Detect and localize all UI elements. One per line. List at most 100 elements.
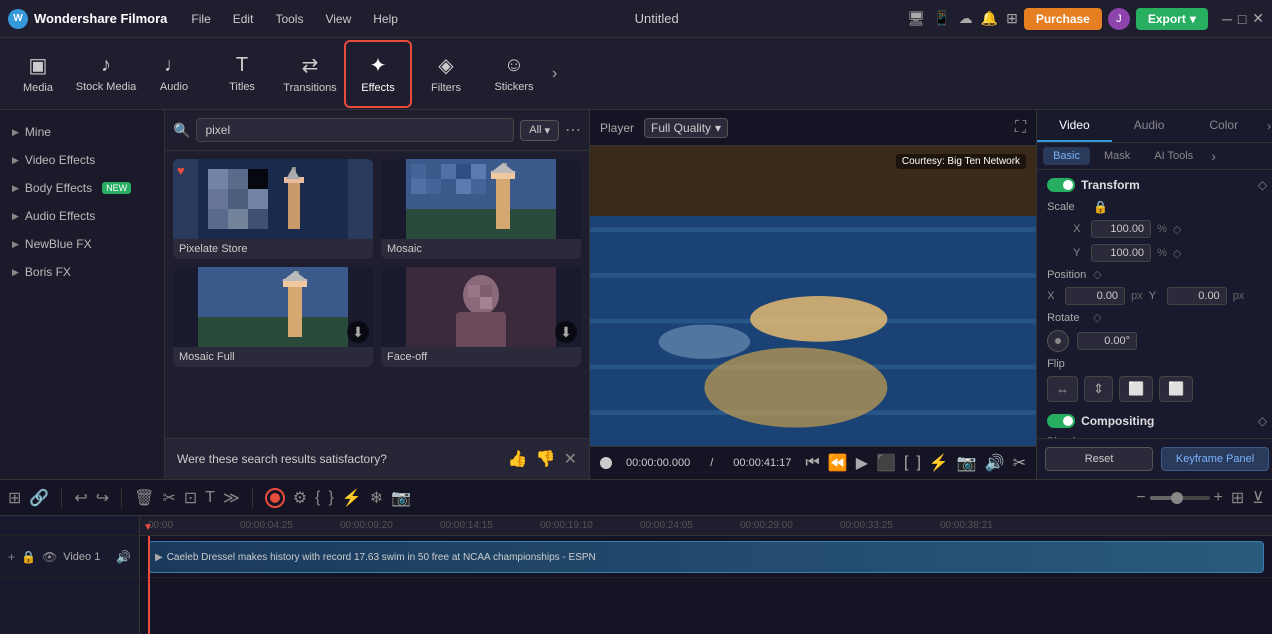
track-eye-icon[interactable]: 👁 xyxy=(42,550,57,564)
keyframe-panel-button[interactable]: Keyframe Panel xyxy=(1161,447,1269,471)
effect-card-mosaic-full[interactable]: ⬇ Mosaic Full xyxy=(173,267,373,367)
split-tl-icon[interactable]: ⚡ xyxy=(342,488,362,508)
phone-icon[interactable]: 📱 xyxy=(933,10,950,27)
tool-media[interactable]: ▣ Media xyxy=(4,40,72,108)
quality-select[interactable]: Full Quality ▾ xyxy=(644,118,728,138)
sub-tab-ai-tools[interactable]: AI Tools xyxy=(1144,147,1203,165)
track-volume-icon[interactable]: 🔊 xyxy=(116,550,131,564)
transform-reset-icon[interactable]: ◇ xyxy=(1258,178,1267,192)
compositing-reset-icon[interactable]: ◇ xyxy=(1258,414,1267,428)
position-y-input[interactable]: 0.00 xyxy=(1167,287,1227,305)
filter-dropdown[interactable]: All ▾ xyxy=(520,120,559,141)
bell-icon[interactable]: 🔔 xyxy=(981,10,998,27)
tool-titles[interactable]: T Titles xyxy=(208,40,276,108)
compositing-toggle[interactable] xyxy=(1047,414,1075,428)
thumbs-down-icon[interactable]: 👎 xyxy=(536,449,556,469)
cut-icon[interactable]: ✂ xyxy=(162,488,175,508)
upload-icon[interactable]: ☁ xyxy=(959,10,973,27)
mark-out-tl-icon[interactable]: } xyxy=(328,489,333,507)
undo-icon[interactable]: ↩ xyxy=(74,488,87,508)
redo-icon[interactable]: ↪ xyxy=(96,488,109,508)
menu-view[interactable]: View xyxy=(317,9,359,29)
sidebar-item-body-effects[interactable]: ▶ Body Effects NEW xyxy=(0,174,164,202)
tab-audio[interactable]: Audio xyxy=(1112,110,1187,142)
zoom-slider[interactable] xyxy=(1150,496,1210,500)
zoom-in-icon[interactable]: + xyxy=(1214,489,1223,507)
thumbs-up-icon[interactable]: 👍 xyxy=(508,449,528,469)
scale-y-reset-icon[interactable]: ◇ xyxy=(1173,247,1181,260)
scale-lock-icon[interactable]: 🔒 xyxy=(1093,200,1108,214)
playhead[interactable] xyxy=(148,536,150,634)
sub-tab-basic[interactable]: Basic xyxy=(1043,147,1090,165)
split-icon[interactable]: ⚡ xyxy=(929,453,949,473)
mark-in-tl-icon[interactable]: { xyxy=(315,489,320,507)
tool-audio[interactable]: ♩ Audio xyxy=(140,40,208,108)
flip-btn4[interactable]: ⬜ xyxy=(1159,376,1193,402)
crop-icon[interactable]: ✂ xyxy=(1013,453,1026,473)
scale-x-reset-icon[interactable]: ◇ xyxy=(1173,223,1181,236)
snapshot-tl-icon[interactable]: 📷 xyxy=(391,488,411,508)
menu-tools[interactable]: Tools xyxy=(267,9,311,29)
mark-in-icon[interactable]: [ xyxy=(904,454,908,472)
tool-stock-media[interactable]: ♪ Stock Media xyxy=(72,40,140,108)
expand-tl-icon[interactable]: ⊻ xyxy=(1252,488,1264,508)
fullscreen-icon[interactable]: ⛶ xyxy=(1015,119,1026,137)
flip-vertical-button[interactable]: ⇕ xyxy=(1084,376,1113,402)
scale-y-input[interactable]: 100.00 xyxy=(1091,244,1151,262)
avatar[interactable]: J xyxy=(1108,8,1130,30)
frame-back-icon[interactable]: ⏪ xyxy=(828,453,848,473)
more-options-icon[interactable]: ⋯ xyxy=(565,120,581,140)
more-tl-icon[interactable]: ≫ xyxy=(223,488,240,508)
settings-tl-icon[interactable]: ⚙ xyxy=(293,488,307,508)
export-button[interactable]: Export ▾ xyxy=(1136,8,1208,30)
sidebar-item-mine[interactable]: ▶ Mine xyxy=(0,118,164,146)
track-add-icon[interactable]: + xyxy=(8,550,15,564)
video-clip[interactable]: ▶ Caeleb Dressel makes history with reco… xyxy=(148,541,1264,573)
play-icon[interactable]: ▶ xyxy=(856,453,868,473)
position-reset-icon[interactable]: ◇ xyxy=(1093,268,1101,281)
tab-video[interactable]: Video xyxy=(1037,110,1112,142)
delete-icon[interactable]: 🗑 xyxy=(134,488,154,508)
reset-button[interactable]: Reset xyxy=(1045,447,1153,471)
scale-x-input[interactable]: 100.00 xyxy=(1091,220,1151,238)
download-mosaic-full-icon[interactable]: ⬇ xyxy=(347,321,369,343)
sidebar-item-audio-effects[interactable]: ▶ Audio Effects xyxy=(0,202,164,230)
sub-tab-mask[interactable]: Mask xyxy=(1094,147,1140,165)
rotate-reset-icon[interactable]: ◇ xyxy=(1093,311,1101,324)
close-icon[interactable]: ✕ xyxy=(1252,10,1264,27)
track-lock-icon[interactable]: 🔒 xyxy=(21,550,36,564)
effect-card-face-off[interactable]: ⬇ Face-off xyxy=(381,267,581,367)
rotate-input[interactable]: 0.00° xyxy=(1077,332,1137,350)
sidebar-item-video-effects[interactable]: ▶ Video Effects xyxy=(0,146,164,174)
snapshot-icon[interactable]: 📷 xyxy=(957,453,977,473)
tool-stickers[interactable]: ☺ Stickers xyxy=(480,40,548,108)
link-icon[interactable]: 🔗 xyxy=(29,488,49,508)
zoom-out-icon[interactable]: − xyxy=(1136,489,1145,507)
text-tl-icon[interactable]: T xyxy=(205,489,215,507)
effect-card-pixelate-store[interactable]: ♥ xyxy=(173,159,373,259)
sidebar-item-newblue-fx[interactable]: ▶ NewBlue FX xyxy=(0,230,164,258)
grid-icon[interactable]: ⊞ xyxy=(1006,10,1018,27)
sidebar-item-boris-fx[interactable]: ▶ Boris FX xyxy=(0,258,164,286)
monitor-icon[interactable]: 🖥 xyxy=(907,10,925,27)
tool-effects[interactable]: ✦ Effects xyxy=(344,40,412,108)
transform-toggle[interactable] xyxy=(1047,178,1075,192)
download-face-off-icon[interactable]: ⬇ xyxy=(555,321,577,343)
search-input[interactable] xyxy=(196,118,514,142)
purchase-button[interactable]: Purchase xyxy=(1024,8,1102,30)
position-x-input[interactable]: 0.00 xyxy=(1065,287,1125,305)
feedback-close-icon[interactable]: ✕ xyxy=(564,449,577,469)
volume-icon[interactable]: 🔊 xyxy=(985,453,1005,473)
stop-icon[interactable]: ⬛ xyxy=(876,453,896,473)
effect-card-mosaic[interactable]: Mosaic xyxy=(381,159,581,259)
menu-edit[interactable]: Edit xyxy=(225,9,262,29)
tab-color[interactable]: Color xyxy=(1186,110,1261,142)
menu-file[interactable]: File xyxy=(183,9,218,29)
sub-tab-expand-icon[interactable]: › xyxy=(1207,147,1220,165)
grid-tl-icon[interactable]: ⊞ xyxy=(1231,488,1244,508)
menu-help[interactable]: Help xyxy=(365,9,406,29)
flip-horizontal-button[interactable]: ⇔ xyxy=(1047,376,1078,402)
freeze-tl-icon[interactable]: ❄ xyxy=(370,488,383,508)
toolbar-expand-arrow[interactable]: › xyxy=(548,65,561,83)
skip-back-icon[interactable]: ⏮ xyxy=(805,454,819,472)
